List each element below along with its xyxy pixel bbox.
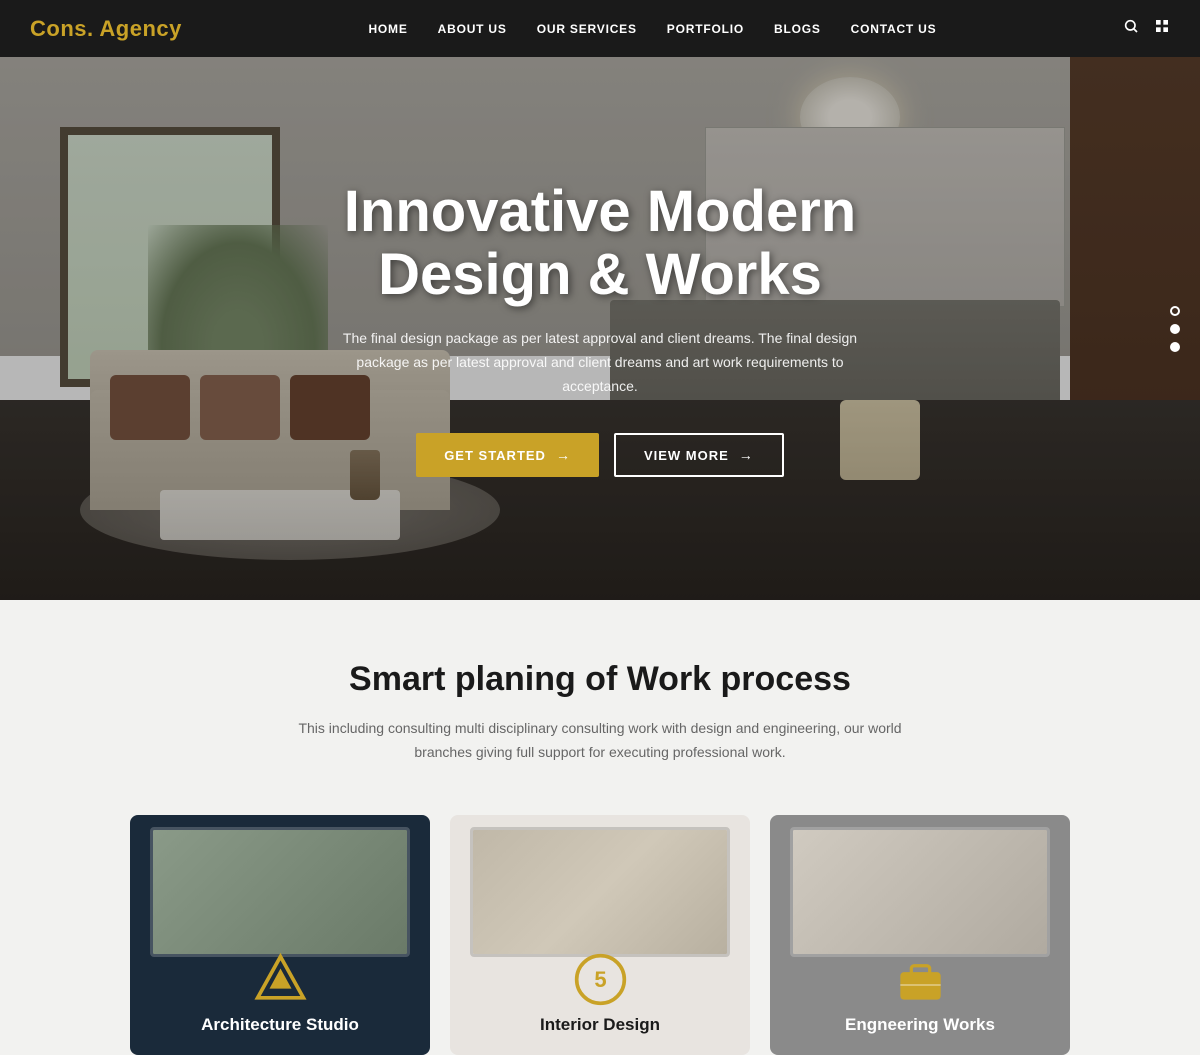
architecture-card[interactable]: Architecture Studio [130,815,430,1055]
nav-item-contact[interactable]: CONTACT US [851,22,937,36]
get-started-label: GET STARTED [444,448,546,463]
slider-dot-1[interactable] [1170,306,1180,316]
work-process-section: Smart planing of Work process This inclu… [0,600,1200,1055]
nav-item-services[interactable]: OUR SERVICES [537,22,637,36]
card-image-3 [793,830,1047,954]
search-icon [1123,18,1139,34]
interior-label: Interior Design [540,1015,660,1035]
get-started-button[interactable]: GET STARTED → [416,433,599,477]
hero-subtitle: The final design package as per latest a… [340,327,860,398]
hero-title-line1: Innovative Modern [344,179,856,244]
grid-icon [1154,18,1170,34]
card-frame-1 [150,827,410,957]
section2-title: Smart planing of Work process [80,660,1120,699]
interior-card[interactable]: 5 Interior Design [450,815,750,1055]
card-image-1 [153,830,407,954]
svg-text:5: 5 [594,966,606,991]
engineering-icon [893,952,948,1007]
hero-title-line2: Design & Works [378,242,822,307]
engineering-card[interactable]: Engneering Works [770,815,1070,1055]
arrow-right-icon: → [556,447,571,463]
nav-item-home[interactable]: HOME [368,22,407,36]
hero-buttons: GET STARTED → VIEW MORE → [340,433,860,477]
service-cards-row: Architecture Studio 5 Interior Design [80,815,1120,1055]
nav-item-portfolio[interactable]: PORTFOLIO [667,22,744,36]
interior-icon: 5 [573,952,628,1007]
arrow-right-icon-2: → [739,447,754,463]
search-button[interactable] [1123,18,1139,39]
nav-icon-group [1123,18,1170,39]
nav-item-about[interactable]: ABOUT US [438,22,507,36]
slider-dot-2[interactable] [1170,324,1180,334]
hero-title: Innovative Modern Design & Works [340,180,860,308]
card-frame-2 [470,827,730,957]
engineering-label: Engneering Works [845,1015,995,1035]
card-image-2 [473,830,727,954]
grid-button[interactable] [1154,18,1170,39]
view-more-label: VIEW MORE [644,448,729,463]
architecture-icon [253,952,308,1007]
hero-section: Innovative Modern Design & Works The fin… [0,57,1200,600]
slider-dot-3[interactable] [1170,342,1180,352]
brand-logo[interactable]: Cons. Agency [30,16,182,42]
slider-dots [1170,306,1180,352]
section2-description: This including consulting multi discipli… [290,717,910,765]
navbar: Cons. Agency HOME ABOUT US OUR SERVICES … [0,0,1200,57]
architecture-label: Architecture Studio [201,1015,359,1035]
card-frame-3 [790,827,1050,957]
view-more-button[interactable]: VIEW MORE → [614,433,784,477]
hero-content: Innovative Modern Design & Works The fin… [340,180,860,478]
nav-item-blogs[interactable]: BLOGS [774,22,821,36]
nav-links: HOME ABOUT US OUR SERVICES PORTFOLIO BLO… [368,20,936,38]
